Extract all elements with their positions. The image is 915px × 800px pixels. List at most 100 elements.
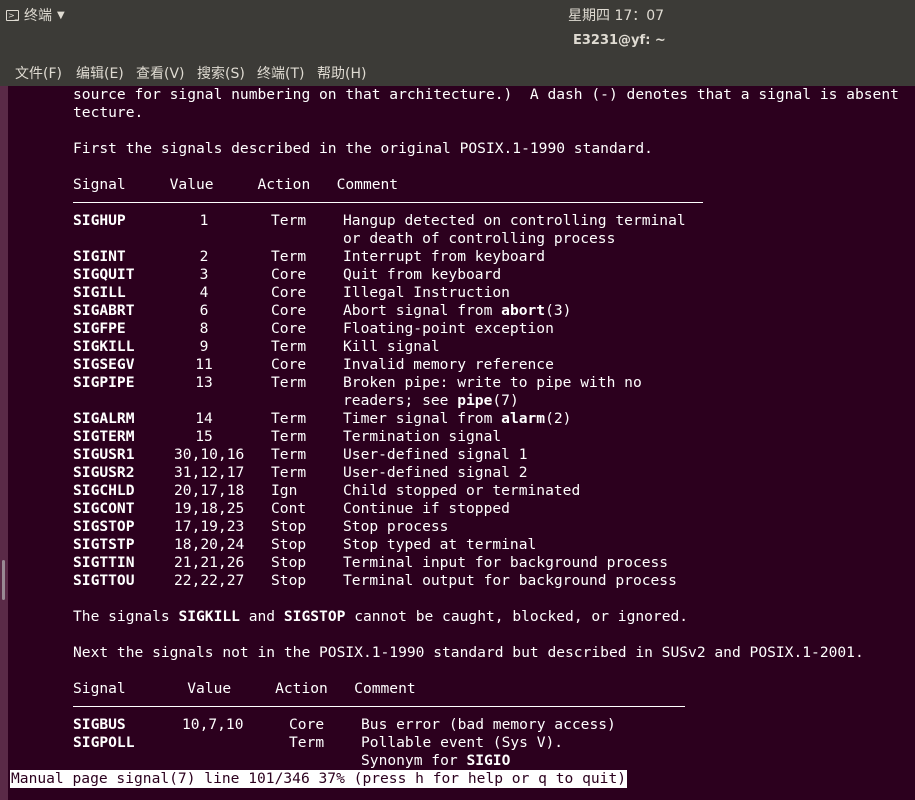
table1-row-signal: SIGTERM (73, 428, 135, 445)
menu-help[interactable]: 帮助(H) (317, 63, 366, 83)
table1-row-value: 3 (199, 266, 209, 283)
table1-row-action: Stop (271, 536, 307, 553)
table1-row-action: Term (271, 464, 307, 481)
table1-row-comment: Kill signal (343, 338, 440, 355)
table1-row-comment: Termination signal (343, 428, 502, 445)
menu-search[interactable]: 搜索(S) (197, 63, 245, 83)
app-name: 终端 (24, 8, 52, 24)
table1-row-value: 31,12,17 (174, 464, 245, 481)
table1-row-signal: SIGABRT (73, 302, 135, 319)
app-menu[interactable]: >_ 终端 ▼ (6, 5, 65, 25)
table1-row-value: 15 (195, 428, 213, 445)
table1-row-value: 8 (199, 320, 209, 337)
launcher-edge (0, 86, 8, 800)
table1-row-signal: SIGTTIN (73, 554, 135, 571)
terminal-area[interactable]: source for signal numbering on that arch… (8, 86, 915, 800)
table1-row-comment: Interrupt from keyboard (343, 248, 546, 265)
table1-row-comment: Abort signal from abort(3) (343, 302, 572, 319)
table1-row-comment: User-defined signal 2 (343, 464, 528, 481)
table1-row-action: Term (271, 212, 307, 229)
table1-row-value: 6 (199, 302, 209, 319)
table1-row-action: Core (271, 320, 307, 337)
table1-row-action: Term (271, 428, 307, 445)
table1-row-signal: SIGKILL (73, 338, 135, 355)
table1-row-comment: Continue if stopped (343, 500, 510, 517)
table2-rule (73, 706, 685, 707)
table1-row-comment: or death of controlling process (343, 230, 616, 247)
window-title: E3231@yf: ~ (573, 33, 666, 48)
table1-row-action: Core (271, 356, 307, 373)
table1-row-comment: Illegal Instruction (343, 284, 510, 301)
menu-view[interactable]: 查看(V) (136, 63, 185, 83)
menu-edit[interactable]: 编辑(E) (76, 63, 124, 83)
table1-row-action: Stop (271, 572, 307, 589)
table1-row-value: 4 (199, 284, 209, 301)
table1-row-comment: Timer signal from alarm(2) (343, 410, 572, 427)
table1-row-signal: SIGUSR1 (73, 446, 135, 463)
menu-terminal[interactable]: 终端(T) (257, 63, 304, 83)
table2-row-signal: SIGPOLL (73, 734, 135, 751)
intro-line-1: source for signal numbering on that arch… (73, 86, 899, 103)
table1-row-value: 22,22,27 (174, 572, 245, 589)
table1-row-comment: Terminal input for background process (343, 554, 669, 571)
table1-row-signal: SIGPIPE (73, 374, 135, 391)
table1-row-action: Ign (271, 482, 298, 499)
table1-row-signal: SIGSEGV (73, 356, 135, 373)
table1-row-value: 21,21,26 (174, 554, 245, 571)
table1-row-signal: SIGCHLD (73, 482, 135, 499)
table1-row-value: 14 (195, 410, 213, 427)
table1-row-action: Term (271, 374, 307, 391)
table1-row-action: Term (271, 446, 307, 463)
table1-row-signal: SIGQUIT (73, 266, 135, 283)
table2-header: Signal Value Action Comment (73, 680, 416, 697)
table2-row-action: Core (289, 716, 325, 733)
table1-row-action: Term (271, 248, 307, 265)
table1-row-value: 9 (199, 338, 209, 355)
table1-row-comment: Stop process (343, 518, 449, 535)
table1-row-signal: SIGUSR2 (73, 464, 135, 481)
table1-row-comment: Broken pipe: write to pipe with no (343, 374, 642, 391)
table1-row-value: 20,17,18 (174, 482, 245, 499)
table1-row-comment: Stop typed at terminal (343, 536, 537, 553)
table2-row-signal: SIGBUS (73, 716, 126, 733)
pager-status-line: Manual page signal(7) line 101/346 37% (… (10, 770, 628, 788)
table2-row-comment: Bus error (bad memory access) (361, 716, 616, 733)
table1-row-comment: Invalid memory reference (343, 356, 554, 373)
table1-row-comment: Hangup detected on controlling terminal (343, 212, 686, 229)
susv2-heading: Next the signals not in the POSIX.1-1990… (73, 644, 864, 661)
table1-row-comment: Floating-point exception (343, 320, 554, 337)
table1-rule (73, 202, 703, 203)
table1-row-value: 2 (199, 248, 209, 265)
chevron-down-icon: ▼ (57, 9, 65, 21)
table1-header: Signal Value Action Comment (73, 176, 399, 193)
table1-row-signal: SIGHUP (73, 212, 126, 229)
table1-row-action: Core (271, 266, 307, 283)
intro-line-2: tecture. (73, 104, 144, 121)
table1-row-comment: Quit from keyboard (343, 266, 502, 283)
table1-row-action: Cont (271, 500, 307, 517)
table1-row-value: 11 (195, 356, 213, 373)
menu-file[interactable]: 文件(F) (15, 63, 62, 83)
table2-row-comment: Pollable event (Sys V). (361, 734, 564, 751)
clock[interactable]: 星期四 17：07 (568, 5, 664, 25)
table1-row-action: Stop (271, 554, 307, 571)
table1-row-value: 13 (195, 374, 213, 391)
top-panel: >_ 终端 ▼ 星期四 17：07 (0, 0, 915, 28)
table1-row-action: Core (271, 302, 307, 319)
table2-row-value: 10,7,10 (182, 716, 244, 733)
table1-row-action: Term (271, 338, 307, 355)
table1-row-value: 18,20,24 (174, 536, 245, 553)
table1-row-signal: SIGCONT (73, 500, 135, 517)
table1-row-signal: SIGSTOP (73, 518, 135, 535)
scroll-indicator (2, 560, 5, 600)
posix1990-heading: First the signals described in the origi… (73, 140, 653, 157)
menubar: 文件(F) 编辑(E) 查看(V) 搜索(S) 终端(T) 帮助(H) (0, 56, 915, 86)
table1-row-comment: Child stopped or terminated (343, 482, 581, 499)
table1-row-signal: SIGINT (73, 248, 126, 265)
table1-row-signal: SIGALRM (73, 410, 135, 427)
window-titlebar: E3231@yf: ~ (0, 28, 915, 56)
table1-row-action: Stop (271, 518, 307, 535)
table1-row-value: 1 (199, 212, 209, 229)
table2-row-comment: Synonym for SIGIO (361, 752, 511, 769)
table1-row-comment: Terminal output for background process (343, 572, 677, 589)
